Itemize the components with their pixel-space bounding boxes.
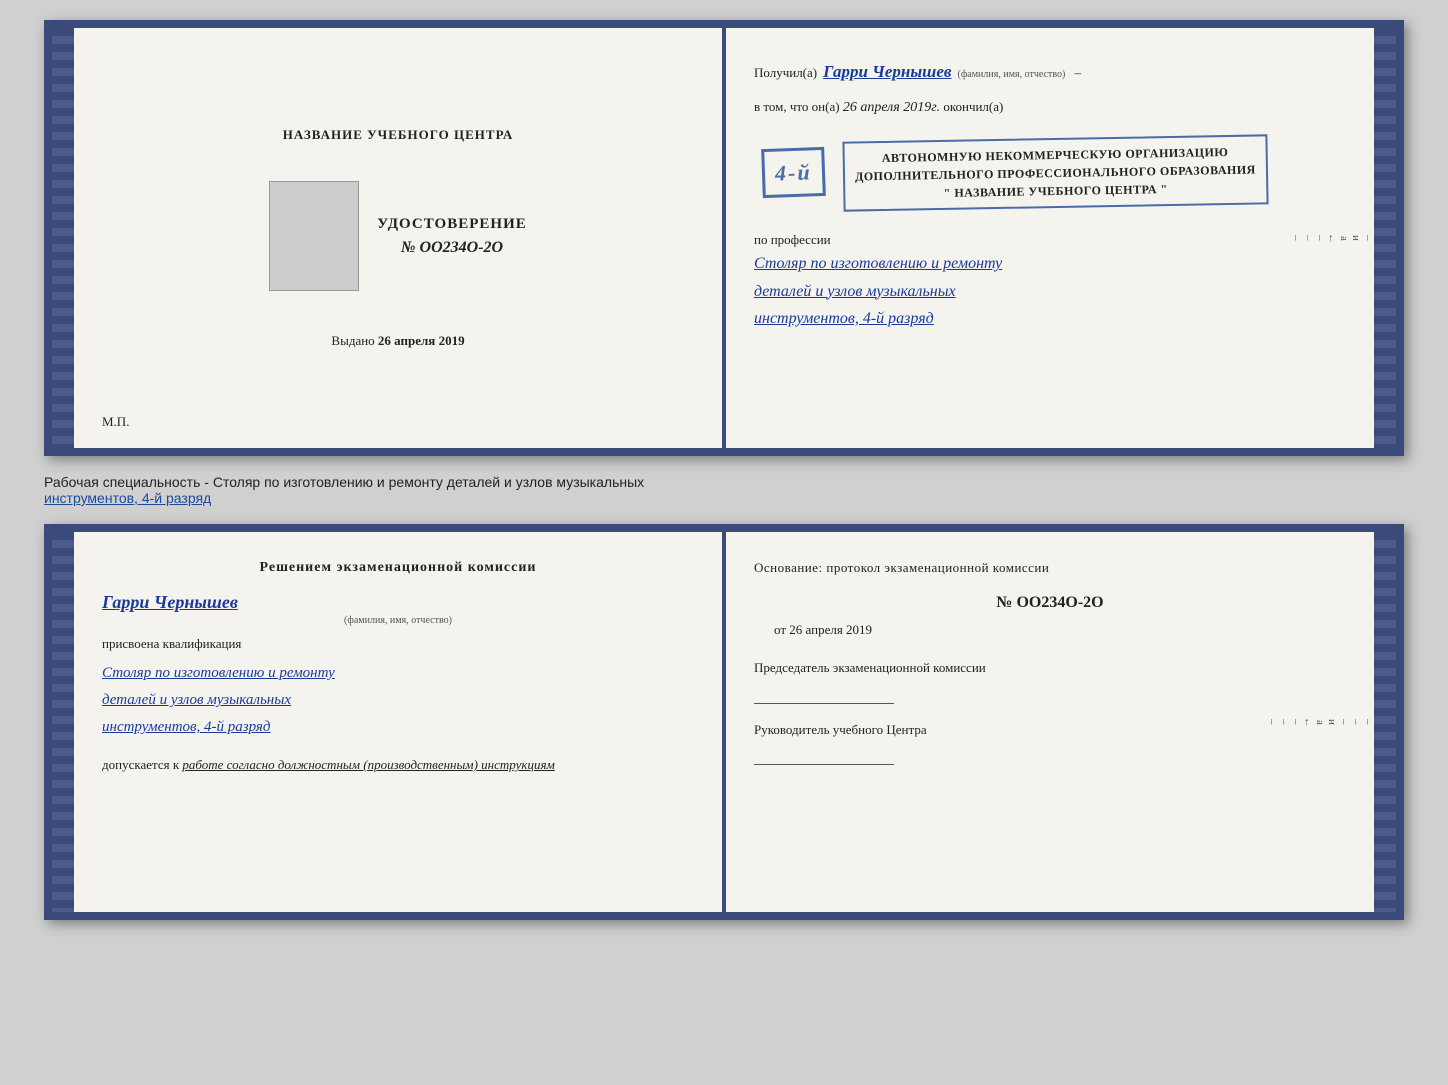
bottom-profession-text: Столяр по изготовлению и ремонту деталей… (102, 660, 694, 741)
org-line1: АВТОНОМНУЮ НЕКОММЕРЧЕСКУЮ ОРГАНИЗАЦИЮ (881, 145, 1228, 165)
profession-line2-top: деталей и узлов музыкальных (754, 283, 956, 300)
chairman-block: Председатель экзаменационной комиссии (754, 658, 1346, 704)
description-underlined: инструментов, 4-й разряд (44, 490, 211, 506)
udost-block: УДОСТОВЕРЕНИЕ № OO234O-2O (102, 181, 694, 291)
received-line: Получил(а) Гарри Чернышев (фамилия, имя,… (754, 58, 1346, 85)
dopusk-italic: работе согласно должностным (производств… (182, 757, 554, 772)
ot-label: от (774, 622, 786, 637)
po-professii: по профессии (754, 230, 1346, 251)
profession-line1-top: Столяр по изготовлению и ремонту (754, 255, 1002, 272)
org-block: АВТОНОМНУЮ НЕКОММЕРЧЕСКУЮ ОРГАНИЗАЦИЮ ДО… (843, 130, 1268, 216)
right-side-marks: – и а ← – – – (1358, 28, 1374, 448)
issued-label: Выдано (331, 333, 374, 348)
recipient-name: Гарри Чернышев (823, 58, 951, 85)
org-name-block: АВТОНОМНУЮ НЕКОММЕРЧЕСКУЮ ОРГАНИЗАЦИЮ ДО… (842, 134, 1268, 211)
grade-org-block: 4-й АВТОНОМНУЮ НЕКОММЕРЧЕСКУЮ ОРГАНИЗАЦИ… (754, 130, 1346, 216)
org-line3: " НАЗВАНИЕ УЧЕБНОГО ЦЕНТРА " (943, 182, 1167, 200)
bottom-document-spread: Решением экзаменационной комиссии Гарри … (44, 524, 1404, 920)
udost-text-block: УДОСТОВЕРЕНИЕ № OO234O-2O (377, 216, 527, 257)
decision-title: Решением экзаменационной комиссии (102, 560, 694, 576)
dopuskaetsya-block: допускается к работе согласно должностны… (102, 757, 694, 773)
org-line2: ДОПОЛНИТЕЛЬНОГО ПРОФЕССИОНАЛЬНОГО ОБРАЗО… (854, 162, 1255, 183)
profession-line3-top: инструментов, 4-й разряд (754, 310, 934, 327)
bottom-name-hint: (фамилия, имя, отчество) (102, 615, 694, 626)
left-page-content: НАЗВАНИЕ УЧЕБНОГО ЦЕНТРА УДОСТОВЕРЕНИЕ №… (102, 58, 694, 418)
received-prefix: Получил(а) (754, 63, 817, 84)
vtom-date: 26 апреля 2019г. (843, 100, 940, 115)
udost-title: УДОСТОВЕРЕНИЕ (377, 216, 527, 233)
right-side-strip (1374, 28, 1396, 448)
bottom-right-side-strip (1374, 532, 1396, 912)
rukevod-title: Руководитель учебного Центра (754, 722, 927, 737)
bottom-prof-line3: инструментов, 4-й разряд (102, 719, 271, 735)
left-side-strip (52, 28, 74, 448)
bottom-prof-line2: деталей и узлов музыкальных (102, 692, 291, 708)
top-left-page: НАЗВАНИЕ УЧЕБНОГО ЦЕНТРА УДОСТОВЕРЕНИЕ №… (74, 28, 726, 448)
udost-number: № OO234O-2O (377, 239, 527, 257)
protocol-date: 26 апреля 2019 (789, 622, 872, 637)
bottom-right-page: Основание: протокол экзаменационной коми… (726, 532, 1374, 912)
name-hint-top: (фамилия, имя, отчество) (957, 67, 1065, 83)
photo-placeholder (269, 181, 359, 291)
bottom-name: Гарри Чернышев (102, 592, 694, 613)
vtom-suffix: окончил(а) (943, 99, 1003, 114)
bottom-left-page: Решением экзаменационной комиссии Гарри … (74, 532, 726, 912)
prisvoena-label: присвоена квалификация (102, 636, 694, 652)
top-right-page: Получил(а) Гарри Чернышев (фамилия, имя,… (726, 28, 1374, 448)
profession-text-top: Столяр по изготовлению и ремонту деталей… (754, 250, 1346, 332)
top-document-spread: НАЗВАНИЕ УЧЕБНОГО ЦЕНТРА УДОСТОВЕРЕНИЕ №… (44, 20, 1404, 456)
protocol-date-block: от 26 апреля 2019 (754, 622, 1346, 638)
chairman-title: Председатель экзаменационной комиссии (754, 660, 986, 675)
mp-label: М.П. (102, 414, 129, 430)
osnov-title: Основание: протокол экзаменационной коми… (754, 560, 1346, 576)
dopusk-prefix: допускается к (102, 757, 179, 772)
po-professii-label: по профессии (754, 232, 831, 247)
description-block: Рабочая специальность - Столяр по изгото… (44, 474, 1404, 506)
bottom-left-side-strip (52, 532, 74, 912)
right-page-content: Получил(а) Гарри Чернышев (фамилия, имя,… (754, 58, 1346, 332)
rukevod-block: Руководитель учебного Центра (754, 720, 1346, 766)
protocol-number: № OO234O-2O (754, 594, 1346, 612)
vtom-prefix: в том, что он(а) (754, 99, 840, 114)
grade-stamp: 4-й (761, 147, 825, 198)
training-center-label: НАЗВАНИЕ УЧЕБНОГО ЦЕНТРА (283, 127, 514, 143)
bottom-right-side-marks: – – – и а ← – – – (1358, 532, 1374, 912)
description-normal: Рабочая специальность - Столяр по изгото… (44, 474, 644, 490)
bottom-prof-line1: Столяр по изготовлению и ремонту (102, 665, 335, 681)
vtom-line: в том, что он(а) 26 апреля 2019г. окончи… (754, 97, 1346, 119)
issued-block: Выдано 26 апреля 2019 (331, 333, 464, 349)
chairman-signature-line (754, 686, 894, 704)
issued-date: 26 апреля 2019 (378, 333, 465, 348)
rukevod-signature-line (754, 747, 894, 765)
